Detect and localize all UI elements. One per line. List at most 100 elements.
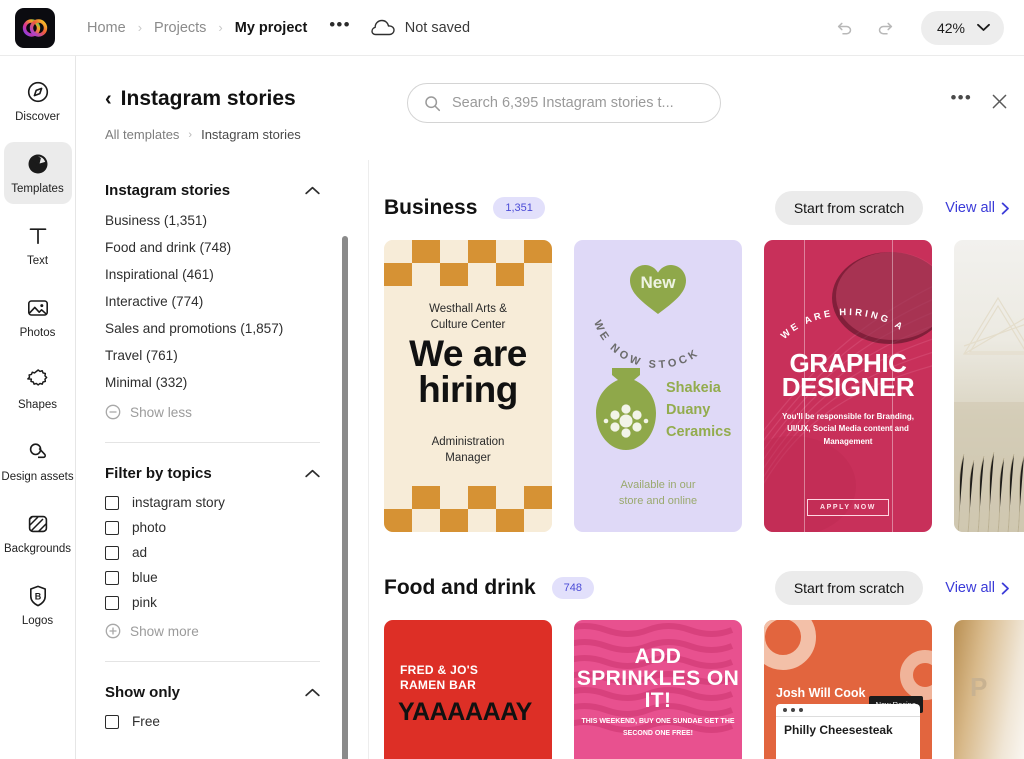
project-more-button[interactable]: ••• (329, 16, 350, 35)
topic-checkbox-pink[interactable]: pink (105, 590, 320, 615)
logos-icon: B (29, 585, 46, 607)
breadcrumb-item-home[interactable]: Home (81, 18, 132, 38)
template-card-shakeia-ceramics[interactable]: New WE NOW STOCK Shakeia Duany Ceramics … (574, 240, 742, 532)
breadcrumb-separator-icon: › (137, 20, 143, 35)
card-footer-label: Available in our store and online (618, 479, 698, 508)
template-card-beige-photo[interactable]: P (954, 620, 1024, 759)
checkbox-icon (105, 520, 119, 535)
checkbox-icon (105, 545, 119, 560)
zoom-control[interactable]: 42% (920, 10, 1004, 45)
breadcrumb-separator-icon: › (218, 20, 223, 35)
category-item-minimal[interactable]: Minimal (332) (105, 369, 320, 396)
category-item-sales-and-promotions[interactable]: Sales and promotions (1,857) (105, 315, 320, 342)
svg-text:B: B (34, 591, 41, 601)
sidebar-item-logos[interactable]: B Logos (4, 574, 72, 636)
show-less-button[interactable]: Show less (105, 396, 320, 428)
window-dots (776, 704, 920, 717)
sidebar-item-text[interactable]: Text (4, 214, 72, 276)
start-from-scratch-button[interactable]: Start from scratch (774, 191, 924, 225)
topic-label: instagram story (132, 495, 225, 510)
checkbox-icon (105, 714, 119, 729)
search-placeholder: Search 6,395 Instagram stories t... (452, 95, 674, 111)
card-org-label: Westhall Arts & Culture Center (429, 303, 507, 331)
show-more-button[interactable]: Show more (105, 615, 320, 647)
undo-button[interactable] (829, 13, 859, 43)
show-only-label: Free (132, 714, 160, 729)
sidebar-item-photos[interactable]: Photos (4, 286, 72, 348)
category-item-business[interactable]: Business (1,351) (105, 207, 320, 234)
search-icon (425, 95, 441, 111)
template-card-josh-will-cook[interactable]: Josh Will Cook New Recipe Philly Cheeses… (764, 620, 932, 759)
sidebar-item-discover[interactable]: Discover (4, 70, 72, 132)
topic-checkbox-blue[interactable]: blue (105, 565, 320, 590)
breadcrumb-item-my-project[interactable]: My project (229, 18, 314, 38)
view-all-link[interactable]: View all (945, 200, 1010, 216)
template-card-ramen-bar[interactable]: FRED & JO'S RAMEN BAR YAAAAAAY (384, 620, 552, 759)
breadcrumb-item-all-templates[interactable]: All templates (105, 127, 179, 142)
topic-checkbox-photo[interactable]: photo (105, 515, 320, 540)
grass-texture (954, 402, 1024, 532)
circle-decoration (764, 620, 816, 670)
design-assets-icon (29, 443, 46, 458)
sidebar-item-backgrounds[interactable]: Backgrounds (4, 502, 72, 564)
card-row-business: Westhall Arts & Culture Center We are hi… (384, 240, 1024, 532)
filters-sidebar: Instagram stories Business (1,351) Food … (76, 160, 348, 759)
view-all-label: View all (945, 200, 995, 216)
checkbox-icon (105, 570, 119, 585)
topic-label: pink (132, 595, 157, 610)
topics-section-header[interactable]: Filter by topics (105, 465, 320, 482)
template-card-add-sprinkles[interactable]: ADD SPRINKLES ON IT! THIS WEEKEND, BUY O… (574, 620, 742, 759)
category-item-food-and-drink[interactable]: Food and drink (748) (105, 234, 320, 261)
sidebar-item-design-assets[interactable]: Design assets (1, 430, 74, 492)
panel-header: ‹ Instagram stories All templates › Inst… (76, 56, 1024, 160)
card-headline: We are hiring (384, 333, 552, 409)
filters-scrollbar[interactable] (342, 236, 348, 759)
categories-section-title: Instagram stories (105, 182, 231, 199)
view-all-link[interactable]: View all (945, 580, 1010, 596)
checkbox-icon (105, 595, 119, 610)
category-item-inspirational[interactable]: Inspirational (461) (105, 261, 320, 288)
card-row-food-and-drink: FRED & JO'S RAMEN BAR YAAAAAAY ADD SPRIN… (384, 620, 1024, 759)
chevron-right-icon (1001, 582, 1009, 594)
section-header-food-and-drink: Food and drink 748 Start from scratch Vi… (384, 562, 1024, 614)
template-card-we-are-hiring[interactable]: Westhall Arts & Culture Center We are hi… (384, 240, 552, 532)
redo-button[interactable] (871, 13, 901, 43)
sidebar-item-shapes[interactable]: Shapes (4, 358, 72, 420)
topic-checkbox-ad[interactable]: ad (105, 540, 320, 565)
creative-cloud-logo[interactable] (15, 7, 55, 48)
show-only-checkbox-free[interactable]: Free (105, 709, 320, 734)
shapes-icon (26, 368, 47, 386)
category-item-travel[interactable]: Travel (761) (105, 342, 320, 369)
card-title: GRAPHIC DESIGNER (764, 350, 932, 400)
breadcrumb-item-projects[interactable]: Projects (148, 18, 212, 38)
view-all-label: View all (945, 580, 995, 596)
compass-icon (27, 81, 48, 102)
topic-checkbox-instagram-story[interactable]: instagram story (105, 490, 320, 515)
sidebar-item-label: Photos (19, 326, 56, 339)
card-headline-line1: We are (409, 333, 527, 374)
sidebar-item-templates[interactable]: Templates (3, 142, 72, 204)
show-only-section-header[interactable]: Show only (105, 684, 320, 701)
start-from-scratch-button[interactable]: Start from scratch (774, 571, 924, 605)
creative-cloud-logo-icon (22, 18, 48, 37)
category-item-interactive[interactable]: Interactive (774) (105, 288, 320, 315)
template-card-nature-photo[interactable] (954, 240, 1024, 532)
zoom-level-label: 42% (936, 19, 965, 36)
search-input[interactable]: Search 6,395 Instagram stories t... (407, 83, 721, 123)
save-status-label: Not saved (404, 19, 471, 36)
triangle-decoration (962, 296, 1024, 355)
undo-icon (837, 22, 852, 34)
templates-icon (28, 154, 47, 174)
cloud-save-status: Not saved (371, 19, 470, 36)
section-title: Business (384, 196, 478, 219)
close-button[interactable] (984, 86, 1014, 116)
panel-title-back[interactable]: ‹ Instagram stories (105, 87, 296, 111)
breadcrumb-item-instagram-stories[interactable]: Instagram stories (201, 127, 301, 142)
top-bar-right-controls: 42% (829, 10, 1004, 45)
redo-icon (878, 22, 893, 34)
templates-panel: ‹ Instagram stories All templates › Inst… (76, 56, 1024, 759)
panel-more-button[interactable]: ••• (947, 86, 976, 116)
section-header-business: Business 1,351 Start from scratch View a… (384, 182, 1024, 234)
template-card-graphic-designer[interactable]: WE ARE HIRING A GRAPHIC DESIGNER You'll … (764, 240, 932, 532)
categories-section-header[interactable]: Instagram stories (105, 182, 320, 199)
